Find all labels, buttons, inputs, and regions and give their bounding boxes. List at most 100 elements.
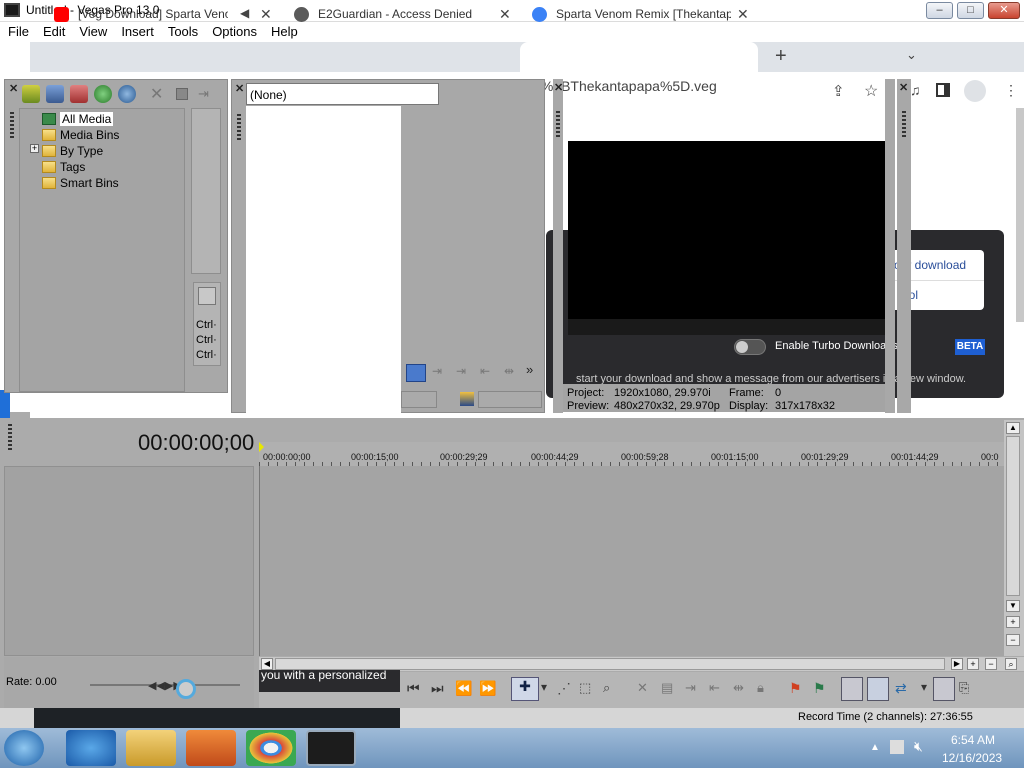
trimmer-dropdown[interactable]: (None): [246, 83, 439, 105]
tab-close-icon[interactable]: ✕: [260, 6, 272, 23]
ripple-edit-icon[interactable]: ⇄: [895, 680, 907, 697]
more-tools-icon[interactable]: »: [526, 362, 533, 377]
maximize-button[interactable]: □: [957, 2, 984, 19]
timeline-grip[interactable]: [8, 424, 12, 450]
search-media-icon[interactable]: [118, 85, 136, 103]
tab-close-icon[interactable]: ✕: [737, 6, 749, 23]
prev-frame-icon[interactable]: ⏪: [455, 680, 472, 697]
new-tab-button[interactable]: +: [775, 45, 787, 68]
properties-icon[interactable]: [176, 88, 188, 100]
scroll-down-icon[interactable]: ▼: [1006, 600, 1020, 612]
preview-left-edge: ✕: [553, 79, 563, 413]
scroll-up-icon[interactable]: ▲: [1006, 422, 1020, 434]
go-to-end-icon[interactable]: ⏭: [431, 680, 444, 697]
trim-start-event-icon[interactable]: ⇥: [685, 680, 696, 696]
record-time: Record Time (2 channels): 27:36:55: [798, 711, 973, 723]
panel-close-icon[interactable]: ✕: [235, 82, 244, 95]
panel-close-icon[interactable]: ✕: [9, 82, 18, 95]
panel-close-icon[interactable]: ✕: [554, 81, 563, 94]
share-icon[interactable]: ⇪: [832, 82, 845, 100]
clock-time[interactable]: 6:54 AM: [951, 733, 995, 747]
clock-date[interactable]: 12/16/2023: [942, 751, 1002, 765]
checkbox[interactable]: [198, 287, 216, 305]
zoom-in-h-icon[interactable]: +: [967, 658, 979, 670]
trim-loop-icon[interactable]: ⇹: [504, 364, 514, 378]
trimmer-view-icon[interactable]: [406, 364, 426, 382]
file-explorer-icon[interactable]: [126, 730, 176, 766]
delete-event-icon[interactable]: ✕: [637, 680, 648, 696]
expand-icon[interactable]: +: [30, 144, 39, 153]
chrome-icon[interactable]: [246, 730, 296, 766]
scroll-right-icon[interactable]: ▶: [951, 658, 963, 670]
envelope-tool-icon[interactable]: ⋰: [557, 680, 571, 697]
zoom-out-icon[interactable]: −: [1006, 634, 1020, 646]
bookmark-star-icon[interactable]: ☆: [864, 81, 878, 101]
rate-slider-thumb[interactable]: [176, 679, 196, 699]
vegas-taskbar-icon[interactable]: [306, 730, 356, 766]
browser-active-tab-bg: [520, 42, 758, 72]
go-to-start-icon[interactable]: ⏮: [407, 680, 420, 697]
trim-prev-icon[interactable]: ⇤: [480, 364, 490, 378]
more-menu-icon[interactable]: ⋮: [1004, 82, 1018, 99]
start-button[interactable]: [4, 730, 44, 766]
normal-edit-tool[interactable]: ✚: [511, 677, 539, 701]
tab-close-icon[interactable]: ✕: [499, 6, 511, 23]
browser-scrollbar[interactable]: [1016, 108, 1024, 322]
sidepanel-icon[interactable]: [936, 83, 950, 97]
turbo-toggle[interactable]: [734, 339, 766, 355]
minimize-button[interactable]: –: [926, 2, 953, 19]
next-frame-icon[interactable]: ⏩: [479, 680, 496, 697]
media-tree-view[interactable]: All Media Media Bins By Type Tags Smart …: [19, 108, 185, 392]
import-media-icon[interactable]: [46, 85, 64, 103]
trim-start-icon[interactable]: ⇥: [432, 364, 442, 378]
timeline-vertical-scrollbar[interactable]: ▲ ▼ + −: [1004, 420, 1024, 656]
track-list[interactable]: [4, 466, 254, 656]
browser-tab-e2guardian[interactable]: E2Guardian - Access Denied ✕: [294, 0, 514, 30]
network-icon[interactable]: [890, 740, 904, 754]
panel-grip[interactable]: [902, 111, 906, 137]
views-icon[interactable]: ⇥: [198, 86, 209, 102]
snapping-tool[interactable]: [841, 677, 863, 701]
timeline-track-area[interactable]: [259, 466, 1004, 656]
split-icon[interactable]: ⇹: [733, 680, 744, 696]
lock-envelopes-tool[interactable]: [933, 677, 955, 701]
panel-grip[interactable]: [556, 111, 560, 137]
trim-icon[interactable]: ▤: [661, 680, 673, 696]
zoom-search-icon[interactable]: ⌕: [1005, 658, 1017, 670]
browser-tab-youtube[interactable]: [Veg Download] Sparta Veno ◀ ✕: [54, 0, 272, 30]
close-button[interactable]: ✕: [988, 2, 1020, 19]
trim-end-event-icon[interactable]: ⇤: [709, 680, 720, 696]
auto-crossfade-tool[interactable]: [867, 677, 889, 701]
scroll-thumb[interactable]: [1006, 436, 1020, 596]
zoom-tool-icon[interactable]: ⌕: [603, 680, 610, 696]
internet-explorer-icon[interactable]: [66, 730, 116, 766]
region-icon[interactable]: ⚑: [813, 680, 826, 697]
volume-muted-icon[interactable]: 🔇︎: [914, 738, 923, 755]
get-media-icon[interactable]: [94, 85, 112, 103]
ignore-grouping-icon[interactable]: ⎘: [959, 680, 969, 696]
snapshot-icon[interactable]: [460, 392, 474, 406]
menu-file[interactable]: File: [0, 22, 36, 39]
panel-grip[interactable]: [237, 114, 241, 140]
capture-video-icon[interactable]: [70, 85, 88, 103]
timeline-ruler[interactable]: 00:00:00;00 00:00:15;00 00:00:29;29 00:0…: [259, 442, 1004, 466]
marker-flag-icon[interactable]: ⚑: [789, 680, 802, 697]
fx-icon[interactable]: [22, 85, 40, 103]
zoom-in-icon[interactable]: +: [1006, 616, 1020, 628]
media-player-icon[interactable]: [186, 730, 236, 766]
trim-end-icon[interactable]: ⇥: [456, 364, 466, 378]
browser-tab-sparta[interactable]: Sparta Venom Remix [Thekantap ✕: [532, 0, 752, 30]
selection-tool-icon[interactable]: ⬚: [579, 680, 591, 696]
panel-close-icon[interactable]: ✕: [899, 81, 908, 94]
zoom-out-h-icon[interactable]: −: [985, 658, 997, 670]
delete-icon[interactable]: ✕: [150, 84, 163, 104]
profile-avatar[interactable]: [964, 80, 986, 102]
tab-search-chevron-icon[interactable]: ⌄: [906, 47, 917, 63]
dropdown-arrow-icon[interactable]: ▾: [921, 680, 927, 694]
dropdown-arrow-icon[interactable]: ▾: [541, 680, 547, 694]
tray-arrow-icon[interactable]: ▲: [870, 742, 880, 753]
lock-icon[interactable]: 🔒︎: [757, 680, 764, 696]
music-icon[interactable]: ♫: [910, 82, 921, 98]
project-label: Project:: [567, 387, 605, 399]
panel-grip[interactable]: [10, 112, 14, 138]
